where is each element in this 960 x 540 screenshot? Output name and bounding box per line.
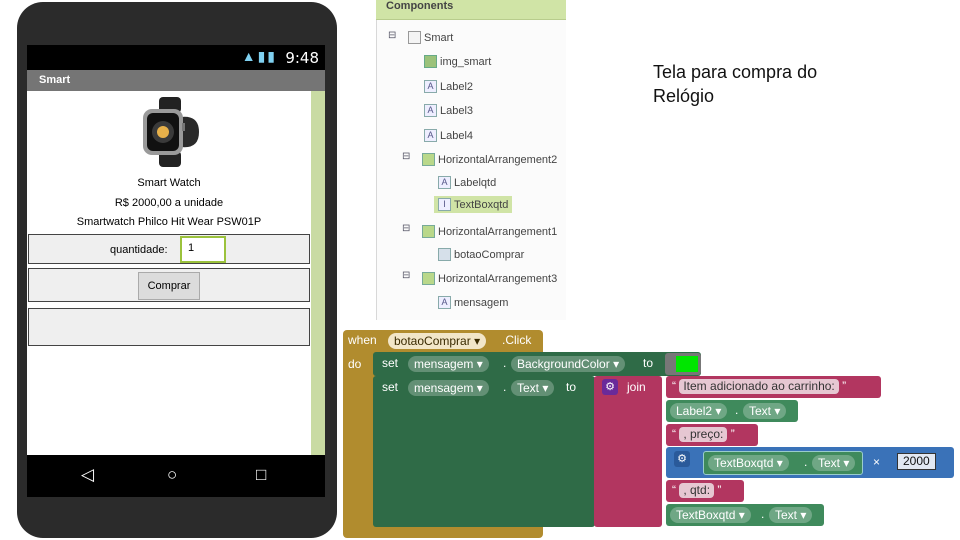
message-arrangement bbox=[28, 308, 310, 346]
tree-item-textboxqtd[interactable]: I TextBoxqtd bbox=[434, 196, 513, 213]
scrollbar[interactable] bbox=[311, 91, 325, 455]
tree-item-label2[interactable]: A Label2 bbox=[424, 80, 473, 93]
tree-item-horizontal-arrangement1[interactable]: HorizontalArrangement1 bbox=[422, 225, 557, 238]
tree-item-smart[interactable]: Smart bbox=[408, 31, 453, 44]
row1-property-dropdown[interactable]: BackgroundColor ▾ bbox=[511, 356, 626, 372]
status-time: 9:48 bbox=[285, 49, 319, 67]
set-keyword: set bbox=[382, 380, 399, 394]
dot-separator: . bbox=[735, 403, 739, 417]
textbox2-dropdown[interactable]: TextBoxqtd ▾ bbox=[670, 507, 751, 523]
collapse-icon[interactable]: ⊟ bbox=[402, 270, 410, 281]
home-icon[interactable]: ○ bbox=[167, 465, 177, 485]
image-icon bbox=[424, 55, 437, 68]
label-icon: A bbox=[438, 176, 451, 189]
color-swatch[interactable] bbox=[676, 356, 698, 372]
app-title: Smart bbox=[39, 74, 71, 86]
text-block-1-content: “ Item adicionado ao carrinho: ” bbox=[672, 379, 847, 394]
screen-note: Tela para compra do Relógio bbox=[653, 62, 818, 106]
collapse-icon[interactable]: ⊟ bbox=[402, 223, 410, 234]
dot-separator: . bbox=[503, 380, 507, 394]
tree-item-mensagem[interactable]: A mensagem bbox=[438, 296, 508, 309]
quantity-input[interactable]: 1 bbox=[180, 236, 226, 263]
textbox-icon: I bbox=[438, 198, 451, 211]
price-label: R$ 2000,00 a unidade bbox=[114, 197, 224, 209]
description-label: Smartwatch Philco Hit Wear PSW01P bbox=[76, 216, 262, 228]
tree-item-labelqtd[interactable]: A Labelqtd bbox=[438, 176, 496, 189]
number-block[interactable]: 2000 bbox=[897, 453, 936, 470]
text-block-3-content: “ , qtd: ” bbox=[672, 483, 722, 498]
textbox-dropdown[interactable]: TextBoxqtd ▾ bbox=[708, 455, 789, 471]
text-block-2-content: “ , preço: ” bbox=[672, 427, 735, 442]
android-nav-bar: ◁ ○ □ bbox=[27, 455, 325, 497]
event-name: .Click bbox=[502, 333, 532, 347]
string-2: , preço: bbox=[679, 427, 728, 442]
collapse-icon[interactable]: ⊟ bbox=[402, 151, 410, 162]
tree-item-horizontal-arrangement2[interactable]: HorizontalArrangement2 bbox=[422, 153, 557, 166]
text-property-dropdown[interactable]: Text ▾ bbox=[743, 403, 787, 419]
arrangement-icon bbox=[422, 153, 435, 166]
arrangement-icon bbox=[422, 272, 435, 285]
text-property-dropdown[interactable]: Text ▾ bbox=[812, 455, 856, 471]
collapse-icon[interactable]: ⊟ bbox=[388, 30, 396, 41]
buy-button[interactable]: Comprar bbox=[138, 272, 200, 300]
label-icon: A bbox=[424, 129, 437, 142]
screen-icon bbox=[408, 31, 421, 44]
recents-icon[interactable]: □ bbox=[256, 465, 266, 485]
label-icon: A bbox=[438, 296, 451, 309]
button-icon bbox=[438, 248, 451, 261]
row2-property-dropdown[interactable]: Text ▾ bbox=[511, 380, 555, 396]
do-keyword: do bbox=[348, 357, 362, 371]
product-name-label: Smart Watch bbox=[137, 177, 201, 189]
tree-item-img-smart[interactable]: img_smart bbox=[424, 55, 491, 68]
to-keyword: to bbox=[566, 380, 577, 394]
smartwatch-image bbox=[143, 97, 199, 167]
dot-separator: . bbox=[804, 455, 808, 469]
label-icon: A bbox=[424, 104, 437, 117]
gear-icon[interactable]: ⚙ bbox=[674, 451, 690, 467]
wifi-signal-battery-icon: ▲▮▮ bbox=[241, 48, 277, 64]
set-keyword: set bbox=[382, 356, 399, 370]
to-keyword: to bbox=[643, 356, 654, 370]
tree-item-horizontal-arrangement3[interactable]: HorizontalArrangement3 bbox=[422, 272, 557, 285]
when-keyword: when bbox=[348, 333, 377, 347]
arrangement-icon bbox=[422, 225, 435, 238]
tree-item-botao-comprar[interactable]: botaoComprar bbox=[438, 248, 524, 261]
components-header: Components bbox=[376, 0, 566, 20]
app-title-bar: Smart bbox=[27, 70, 325, 91]
text-property-dropdown[interactable]: Text ▾ bbox=[769, 507, 813, 523]
back-icon[interactable]: ◁ bbox=[81, 465, 94, 485]
string-1: Item adicionado ao carrinho: bbox=[679, 379, 839, 394]
join-keyword: join bbox=[627, 380, 646, 394]
tree-item-label3[interactable]: A Label3 bbox=[424, 104, 473, 117]
label-icon: A bbox=[424, 80, 437, 93]
row1-component-dropdown[interactable]: mensagem ▾ bbox=[408, 356, 489, 372]
tree-item-label4[interactable]: A Label4 bbox=[424, 129, 473, 142]
string-3: , qtd: bbox=[679, 483, 715, 498]
gear-icon[interactable]: ⚙ bbox=[602, 379, 618, 395]
row2-component-dropdown[interactable]: mensagem ▾ bbox=[408, 380, 489, 396]
quantity-arrangement bbox=[28, 234, 310, 264]
quantity-label: quantidade: bbox=[110, 244, 168, 256]
set-text-block[interactable] bbox=[373, 376, 595, 527]
join-block[interactable] bbox=[594, 376, 662, 527]
status-bar: ▲▮▮ 9:48 bbox=[27, 45, 325, 70]
times-operator[interactable]: × bbox=[873, 455, 880, 469]
dot-separator: . bbox=[503, 356, 507, 370]
event-component-dropdown[interactable]: botaoComprar ▾ bbox=[388, 333, 487, 349]
label2-dropdown[interactable]: Label2 ▾ bbox=[670, 403, 728, 419]
dot-separator: . bbox=[761, 507, 765, 521]
